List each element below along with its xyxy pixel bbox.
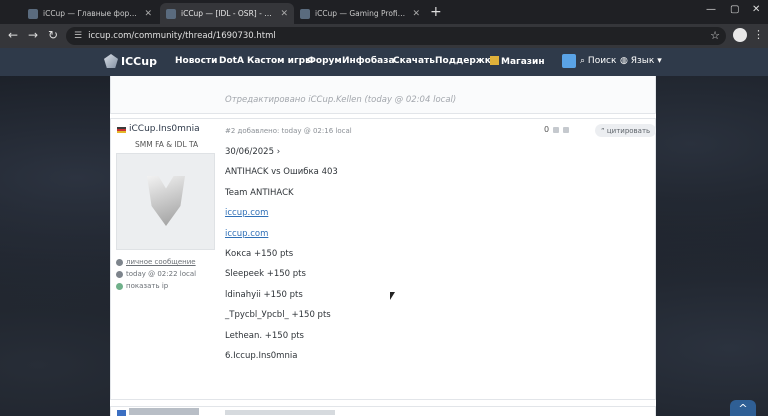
reload-button[interactable]: ↻ xyxy=(48,28,58,42)
tab-gaming-profile[interactable]: iCCup — Gaming Profile / Kita... ✕ xyxy=(294,3,426,24)
thumb-down-icon[interactable] xyxy=(563,126,570,133)
address-bar: ← → ↻ ☰ iccup.com/community/thread/16907… xyxy=(0,24,768,48)
post-player-line: _Трусbl_Уpcbl_ +150 pts xyxy=(225,310,331,320)
clock-icon xyxy=(116,270,123,278)
iccup-favicon-icon xyxy=(166,8,176,19)
forum-post: iCCup.Ins0mnia SMM FA & IDL TA личное со… xyxy=(110,118,657,400)
mouse-cursor-icon xyxy=(390,292,395,300)
country-flag-icon xyxy=(117,410,126,416)
iccup-favicon-icon xyxy=(300,8,310,19)
post-signature: 6.Iccup.Ins0mnia xyxy=(225,351,298,361)
menu-forum[interactable]: Форум xyxy=(307,56,342,66)
ip-icon xyxy=(116,282,123,290)
forum-thread: Отредактировано iCCup.Kellen (today @ 02… xyxy=(110,76,657,416)
tab-idl-report[interactable]: iCCup — [IDL - OSR] - Отчёт п... ✕ xyxy=(160,3,294,24)
show-ip-link[interactable]: показать ip xyxy=(116,282,168,290)
shop-icon xyxy=(490,56,499,65)
menu-download[interactable]: Скачать xyxy=(393,56,435,66)
close-window-button[interactable]: ✕ xyxy=(752,4,760,15)
next-author-placeholder xyxy=(129,408,199,415)
search-icon: ⌕ xyxy=(580,56,586,66)
site-logo[interactable]: ICCup xyxy=(104,54,157,68)
language-selector[interactable]: ◍ Язык ▾ xyxy=(620,56,662,66)
post-team: Team ANTIHACK xyxy=(225,188,294,198)
site-info-icon[interactable]: ☰ xyxy=(74,31,82,41)
profile-avatar[interactable] xyxy=(733,28,747,42)
url-field[interactable]: ☰ iccup.com/community/thread/1690730.htm… xyxy=(66,27,726,45)
caret-down-icon: ▾ xyxy=(657,56,662,66)
country-flag-icon xyxy=(117,127,126,133)
private-message-link[interactable]: личное сообщение xyxy=(116,258,196,266)
maximize-button[interactable]: ▢ xyxy=(730,4,739,15)
post-meta: #2 добавлено: today @ 02:16 local xyxy=(225,127,352,135)
author-avatar xyxy=(116,153,215,250)
avatar-emblem-icon xyxy=(147,176,185,226)
iccup-logo-icon xyxy=(104,54,118,68)
menu-dota[interactable]: DotA xyxy=(219,56,244,66)
previous-post: Отредактировано iCCup.Kellen (today @ 02… xyxy=(110,76,656,114)
post-link[interactable]: iccup.com xyxy=(225,208,268,218)
post-link[interactable]: iccup.com xyxy=(225,229,268,239)
scroll-to-top-button[interactable]: ^ xyxy=(730,400,756,416)
new-tab-button[interactable]: + xyxy=(430,4,442,20)
search-link[interactable]: ⌕ Поиск xyxy=(580,56,616,66)
globe-icon: ◍ xyxy=(620,56,628,66)
post-match: ANTIHACK vs Ошибка 403 xyxy=(225,167,338,177)
bookmark-star-icon[interactable]: ☆ xyxy=(710,29,720,42)
post-player-line: ldinahyii +150 pts xyxy=(225,290,303,300)
post-author-column: iCCup.Ins0mnia SMM FA & IDL TA личное со… xyxy=(111,119,223,399)
edited-note: Отредактировано iCCup.Kellen (today @ 02… xyxy=(225,95,457,105)
menu-shop[interactable]: Магазин xyxy=(490,56,545,67)
next-post xyxy=(110,406,656,416)
tab-bar: iCCup — Главные форумы ✕ iCCup — [IDL - … xyxy=(0,0,768,24)
post-player-line: Кокса +150 pts xyxy=(225,249,294,259)
author-username[interactable]: iCCup.Ins0mnia xyxy=(129,124,200,134)
close-tab-icon[interactable]: ✕ xyxy=(280,9,288,19)
quote-button[interactable]: ” цитировать xyxy=(595,124,657,137)
author-title: SMM FA & IDL TA xyxy=(135,140,199,149)
site-header: ICCup Новости DotA Кастом игры Форум Инф… xyxy=(0,48,768,76)
menu-news[interactable]: Новости xyxy=(175,56,217,66)
menu-infobase[interactable]: Инфобаза xyxy=(342,56,395,66)
menu-support[interactable]: Поддержка xyxy=(435,56,497,66)
tab-main-forums[interactable]: iCCup — Главные форумы ✕ xyxy=(22,3,158,24)
message-icon xyxy=(116,258,123,266)
browser-menu-icon[interactable]: ⋮ xyxy=(753,28,764,41)
post-votes: 0 xyxy=(544,125,570,134)
last-seen: today @ 02:22 local xyxy=(116,270,196,278)
iccup-favicon-icon xyxy=(28,8,38,19)
close-tab-icon[interactable]: ✕ xyxy=(144,9,152,19)
user-icon[interactable] xyxy=(562,54,576,68)
vote-count: 0 xyxy=(544,125,550,134)
next-meta-placeholder xyxy=(225,410,335,415)
thumb-up-icon[interactable] xyxy=(553,126,560,133)
quote-icon: ” xyxy=(601,126,605,135)
post-date: 30/06/2025 › xyxy=(225,147,281,157)
close-tab-icon[interactable]: ✕ xyxy=(412,9,420,19)
menu-custom-games[interactable]: Кастом игры xyxy=(247,56,313,66)
back-button[interactable]: ← xyxy=(8,28,18,42)
chevron-up-icon: ^ xyxy=(738,402,748,415)
post-player-line: Lethean. +150 pts xyxy=(225,331,304,341)
post-player-line: Sleepeek +150 pts xyxy=(225,269,306,279)
forward-button[interactable]: → xyxy=(28,28,38,42)
minimize-button[interactable]: — xyxy=(706,4,716,15)
